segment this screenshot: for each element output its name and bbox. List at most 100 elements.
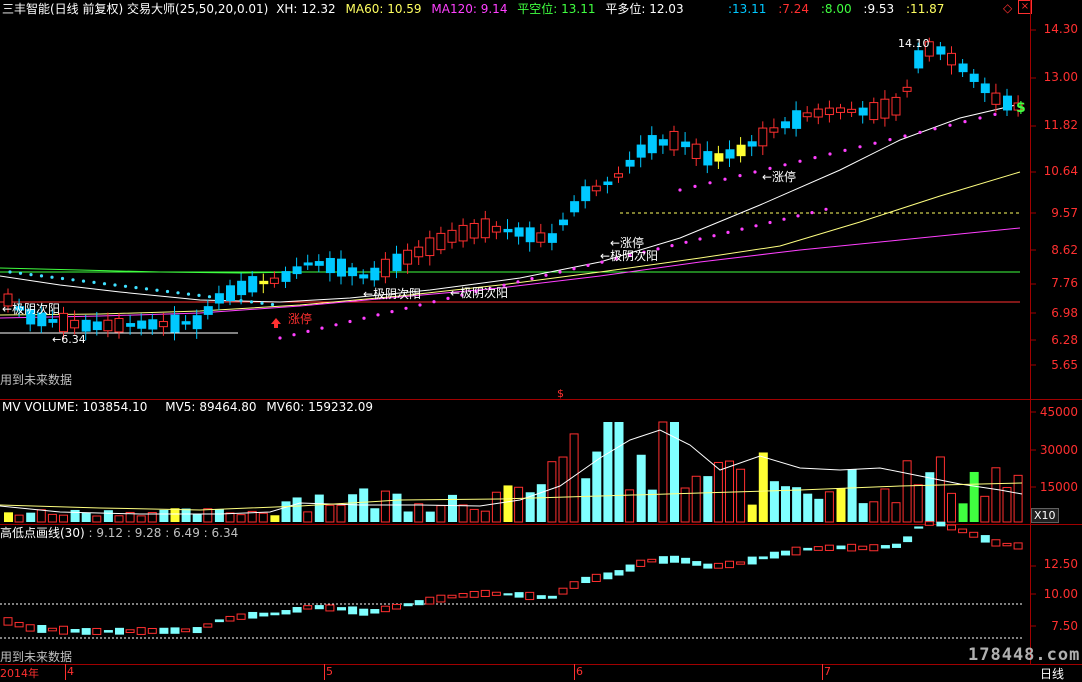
price-axis-label: 10.64: [1043, 164, 1078, 178]
sar-dot: [782, 217, 786, 221]
lower-indicator-values: : 9.12 : 9.28 : 6.49 : 6.34: [88, 526, 239, 540]
price-candle-body: [92, 321, 102, 331]
sar-dot: [796, 214, 800, 218]
sar-dot: [754, 224, 758, 228]
price-candle-body: [736, 144, 746, 157]
price-candle-body: [370, 267, 380, 281]
volume-unit-badge: X10: [1031, 508, 1059, 523]
price-candle-body: [581, 186, 591, 202]
price-candle-body: [70, 319, 80, 329]
price-candle-body: [858, 107, 868, 116]
signal-jiyin-3: ←极阴次阳: [450, 286, 508, 300]
sar-dot: [362, 316, 366, 320]
sar-dot: [723, 177, 727, 181]
price-candle-body: [248, 276, 258, 293]
sar-dot: [92, 280, 96, 284]
period-tab[interactable]: 日线: [1040, 665, 1064, 682]
sar-dot: [530, 277, 534, 281]
price-candle-body: [447, 229, 457, 243]
price-candle-body: [603, 181, 613, 186]
sar-dot: [738, 174, 742, 178]
price-candle-body: [991, 92, 1001, 105]
sar-dot: [858, 145, 862, 149]
price-candle-body: [658, 139, 668, 146]
mv5-label: MV5:: [165, 400, 196, 414]
lower-axis-label: 12.50: [1043, 557, 1078, 571]
lower-indicator-panel[interactable]: [0, 525, 1030, 664]
sar-dot: [768, 220, 772, 225]
mv60-label: MV60:: [266, 400, 305, 414]
sar-dot: [726, 230, 730, 234]
price-candle-body: [392, 253, 402, 272]
price-candle-body: [337, 258, 346, 277]
sar-dot: [306, 329, 310, 333]
sar-dot: [260, 301, 264, 305]
price-candle-body: [325, 257, 335, 274]
sar-dot: [334, 323, 338, 327]
sar-dot: [197, 293, 201, 297]
price-candle-body: [669, 130, 679, 151]
sar-dot: [873, 141, 877, 145]
price-axis-label: 5.65: [1051, 358, 1078, 372]
watermark: 178448.com: [968, 645, 1081, 665]
price-candle-body: [103, 319, 113, 332]
signal-zhangting-3: ←涨停: [762, 169, 796, 184]
price-candle-body: [203, 306, 213, 315]
lower-axis-label: 7.50: [1051, 619, 1078, 633]
month-label-6: 6: [576, 665, 583, 678]
volume-header: MV VOLUME: 103854.10 MV5: 89464.80 MV60:…: [2, 400, 373, 414]
price-candle-body: [636, 144, 646, 158]
sar-dot: [933, 127, 937, 131]
price-candle-body: [969, 73, 979, 82]
sar-dot: [18, 271, 23, 275]
price-candle-body: [292, 266, 302, 275]
signal-jiyin-4: ←极阴次阳: [600, 249, 658, 263]
sar-dot: [144, 287, 149, 291]
price-candle-body: [525, 227, 535, 243]
price-candle-body: [691, 143, 701, 159]
sar-dot: [278, 336, 282, 340]
sar-dot: [165, 289, 170, 294]
sar-dot: [176, 291, 180, 295]
price-candle-body: [237, 280, 247, 296]
sar-dot: [740, 227, 744, 231]
price-candle-body: [747, 141, 757, 147]
sar-dot: [993, 112, 997, 116]
sar-dot: [684, 240, 688, 244]
arrow-up-icon: [271, 318, 281, 328]
price-candle-body: [591, 185, 601, 192]
price-candle-body: [758, 127, 768, 147]
price-candle-body: [303, 262, 313, 266]
price-candle-body: [547, 233, 557, 243]
sar-dot: [810, 211, 814, 215]
price-candle-body: [1003, 95, 1012, 111]
signal-jiyin-2: ←极阴次阳: [363, 287, 421, 301]
price-candle-body: [226, 285, 235, 301]
price-candle-body: [148, 319, 158, 330]
price-axis-label: 6.98: [1051, 306, 1078, 320]
low-price-label: ←6.34: [52, 333, 86, 346]
future-data-warning: 用到未来数据: [0, 372, 72, 387]
sar-dot: [348, 319, 352, 324]
price-candle-body: [914, 50, 924, 69]
price-candle-body: [158, 321, 168, 328]
sar-dot: [978, 116, 982, 120]
price-candle-body: [259, 280, 269, 285]
volume-axis-label: 15000: [1039, 480, 1078, 494]
price-candle-body: [192, 315, 202, 330]
volume-axis-label: 45000: [1039, 405, 1078, 419]
price-candle-body: [214, 293, 224, 304]
sar-dot: [39, 274, 44, 278]
month-label-4: 4: [67, 665, 74, 678]
sar-dot: [783, 163, 787, 167]
price-candle-body: [436, 232, 446, 251]
price-candle-body: [980, 83, 990, 94]
price-axis-label: 13.00: [1043, 70, 1078, 84]
sar-dot: [798, 159, 802, 163]
volume-panel[interactable]: [0, 400, 1030, 524]
price-axis-label: 6.28: [1051, 333, 1078, 347]
price-candle-body: [824, 107, 834, 116]
sar-dot: [102, 282, 107, 286]
lower-axis-label: 10.00: [1043, 587, 1078, 601]
price-candle-body: [647, 135, 657, 154]
